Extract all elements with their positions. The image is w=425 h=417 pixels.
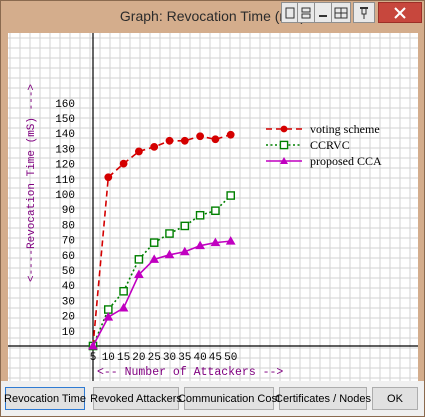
data-point xyxy=(119,286,128,296)
data-point xyxy=(211,206,220,216)
pin-icon[interactable] xyxy=(353,2,375,23)
button-bar: Revocation Time Revoked Attackers Commun… xyxy=(1,381,424,416)
x-tick-label: 40 xyxy=(193,352,206,364)
communication-cost-button[interactable]: Communication Cost xyxy=(178,387,280,410)
close-button[interactable] xyxy=(378,2,422,23)
graph-window: Graph: Revocation Time (mS) 10 20 30 40 50 60… xyxy=(0,0,425,417)
y-tick-label: 70 xyxy=(62,236,75,248)
minimize-icon[interactable] xyxy=(314,2,332,23)
y-tick-label: 40 xyxy=(62,281,75,293)
y-tick-label: 20 xyxy=(62,312,75,324)
y-tick-label: 10 xyxy=(62,327,75,339)
y-tick-label: 140 xyxy=(55,129,75,141)
data-point xyxy=(195,210,205,220)
x-tick-label: 35 xyxy=(178,352,191,364)
data-point xyxy=(211,135,220,144)
title-bar[interactable]: Graph: Revocation Time (mS) xyxy=(1,1,424,33)
x-tick-label: 20 xyxy=(132,352,145,364)
legend-label: proposed CCA xyxy=(310,154,382,168)
certificates-nodes-button[interactable]: Certificates / Nodes xyxy=(275,387,371,410)
legend-label: CCRVC xyxy=(310,138,350,152)
y-tick-label: 80 xyxy=(62,220,75,232)
chart-area: 10 20 30 40 50 60 70 80 90 100 110 120 130 140 150 160 5… xyxy=(8,33,418,381)
revocation-time-chart: 10 20 30 40 50 60 70 80 90 100 110 120 130 140 150 160 5… xyxy=(8,33,418,381)
x-tick-label: 10 xyxy=(102,352,115,364)
y-tick-label: 50 xyxy=(62,266,75,278)
ok-button[interactable]: OK xyxy=(372,387,418,410)
legend-label: voting scheme xyxy=(310,122,380,136)
x-tick-label: 50 xyxy=(224,352,237,364)
y-tick-label: 150 xyxy=(55,114,75,126)
data-point xyxy=(103,305,113,314)
x-tick-label: 5 xyxy=(90,352,97,364)
y-tick-label: 120 xyxy=(55,160,75,172)
y-axis-title: <----Revocation Time (mS) ---> xyxy=(26,84,38,282)
data-point xyxy=(104,173,113,182)
y-tick-label: 100 xyxy=(55,190,75,202)
data-point xyxy=(134,255,144,264)
data-point xyxy=(165,136,174,145)
y-tick-label: 30 xyxy=(62,296,75,308)
data-point xyxy=(180,221,190,231)
revoked-attackers-button[interactable]: Revoked Attackers xyxy=(90,387,182,410)
y-tick-label: 110 xyxy=(55,175,75,187)
legend-marker xyxy=(279,140,289,150)
y-tick-label: 130 xyxy=(55,144,75,156)
data-point xyxy=(149,238,159,247)
x-tick-label: 25 xyxy=(148,352,161,364)
tile-icon[interactable] xyxy=(331,2,351,23)
legend-marker xyxy=(280,125,288,133)
x-tick-label: 45 xyxy=(209,352,222,364)
y-tick-label: 160 xyxy=(55,99,75,111)
data-point xyxy=(165,229,174,238)
x-axis-title: <-- Number of Attackers --> xyxy=(97,366,283,379)
x-tick-label: 15 xyxy=(117,352,130,364)
x-tick-label: 30 xyxy=(163,352,176,364)
close-icon xyxy=(394,6,406,19)
revocation-time-button[interactable]: Revocation Time xyxy=(4,387,86,410)
y-tick-label: 90 xyxy=(62,205,75,217)
data-point xyxy=(196,132,205,141)
data-point xyxy=(150,142,159,151)
data-point xyxy=(226,191,236,200)
data-point xyxy=(180,136,189,145)
stack-icon[interactable] xyxy=(297,2,315,23)
y-tick-label: 60 xyxy=(62,251,75,263)
data-point xyxy=(226,130,235,139)
data-point xyxy=(134,147,143,156)
data-point xyxy=(119,159,128,168)
